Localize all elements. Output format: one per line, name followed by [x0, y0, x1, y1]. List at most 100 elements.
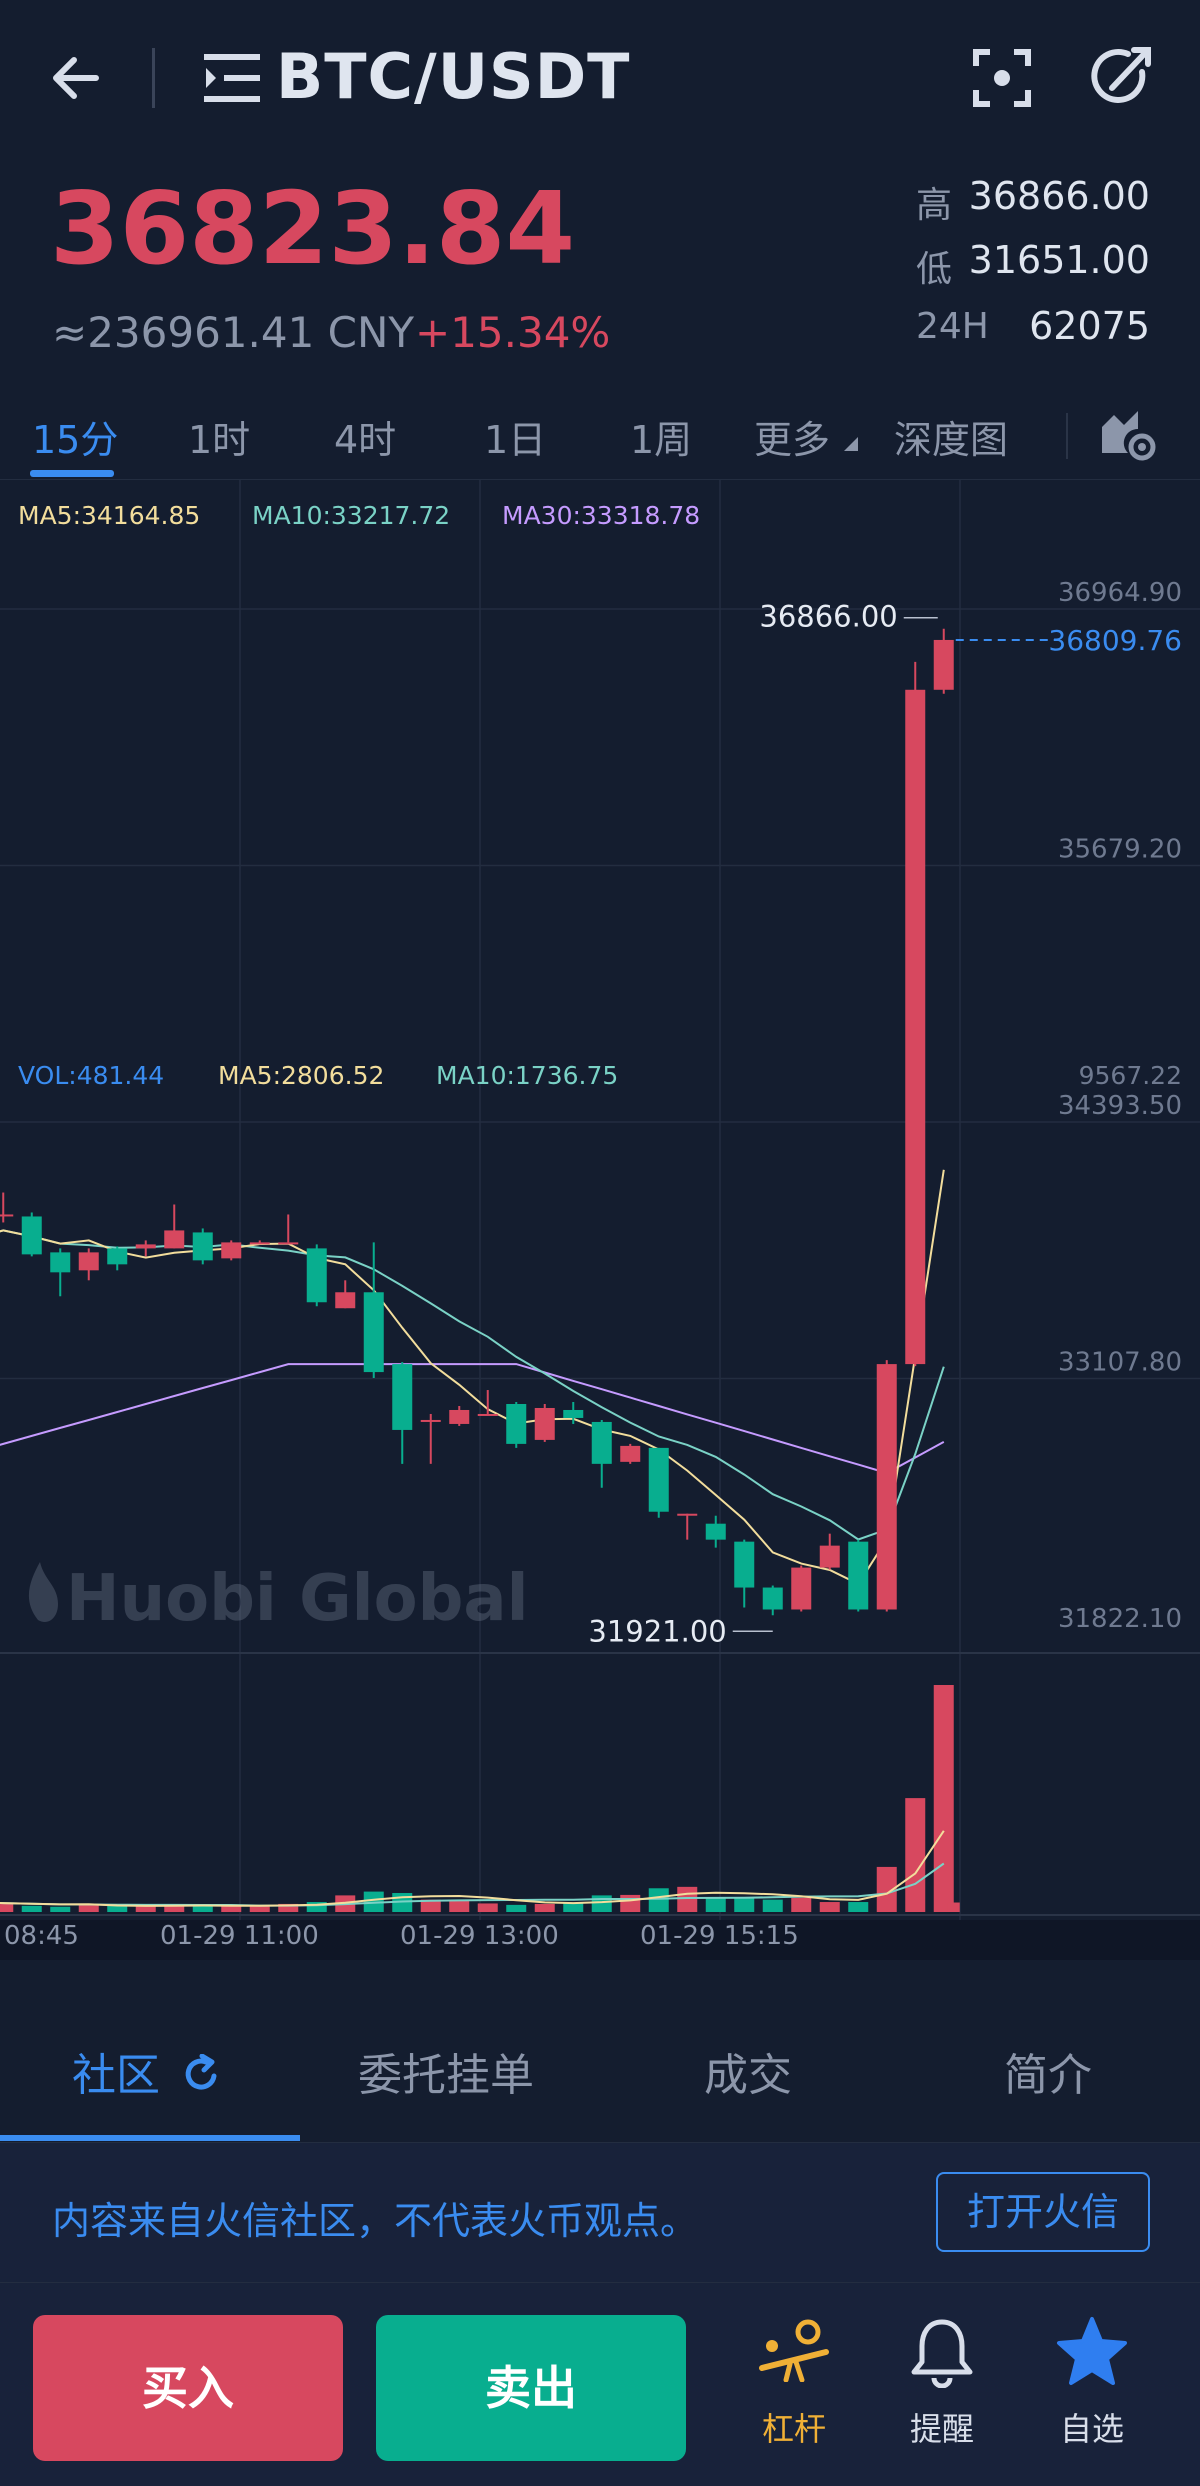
- low-value: 31651.00: [968, 238, 1150, 282]
- volume-bar: [0, 1903, 14, 1912]
- volume-bar: [534, 1903, 555, 1912]
- volume-bar: [563, 1902, 584, 1912]
- candle-body: [420, 1419, 441, 1422]
- community-notice: 内容来自火信社区，不代表火币观点。: [52, 2199, 699, 2243]
- tab-open-orders[interactable]: 委托挂单: [358, 2039, 534, 2103]
- time-axis-label: 08:45: [4, 1921, 79, 1951]
- star-icon: [1057, 2317, 1127, 2385]
- svg-text:Huobi Global: Huobi Global: [66, 1562, 529, 1636]
- low-marker-label: 31921.00: [588, 1614, 726, 1648]
- price-axis-label: 34393.50: [1058, 1091, 1182, 1121]
- ma5-legend: MA5:34164.85: [18, 501, 200, 530]
- open-huoxin-button[interactable]: 打开火信: [936, 2172, 1150, 2252]
- alert-button[interactable]: 提醒: [882, 2310, 1002, 2460]
- alert-label: 提醒: [909, 2410, 974, 2448]
- volume-bar: [192, 1905, 213, 1912]
- candle-body: [392, 1364, 413, 1430]
- tab-1d[interactable]: 1日: [484, 409, 546, 464]
- price-axis-label: 31822.10: [1058, 1604, 1182, 1634]
- volume-bar: [848, 1902, 869, 1912]
- tab-depth-chart[interactable]: 深度图: [894, 409, 1008, 464]
- volume-bar: [591, 1895, 612, 1912]
- volume-bar: [221, 1906, 242, 1912]
- section-tabs: 社区 委托挂单 成交 简介: [0, 1997, 1200, 2142]
- tab-more[interactable]: 更多: [754, 409, 860, 464]
- candle-body: [876, 1364, 897, 1610]
- screenshot-icon[interactable]: [972, 48, 1032, 108]
- candle-body: [192, 1232, 213, 1261]
- tab-4h[interactable]: 4时: [334, 409, 396, 464]
- last-price: 36823.84: [50, 170, 576, 287]
- caret-down-icon: [844, 437, 859, 451]
- candle-body: [50, 1252, 71, 1273]
- tab-introduction[interactable]: 简介: [1004, 2039, 1092, 2103]
- volume-ma5-legend: MA5:2806.52: [218, 1061, 384, 1090]
- candle-body: [591, 1421, 612, 1464]
- candle-body: [21, 1216, 42, 1255]
- section-tab-underline: [0, 2135, 300, 2141]
- volume-bar: [705, 1898, 726, 1912]
- tab-community-label: 社区: [72, 2050, 160, 2101]
- time-axis-label: 01-29 15:15: [640, 1921, 799, 1951]
- volume-bar: [506, 1904, 527, 1912]
- leverage-label: 杠杆: [761, 2410, 826, 2448]
- candle-body: [933, 639, 954, 690]
- volume-bar: [648, 1888, 669, 1912]
- refresh-icon[interactable]: [182, 2053, 222, 2094]
- ma10-legend: MA10:33217.72: [252, 501, 450, 530]
- candle-body: [107, 1248, 128, 1265]
- candle-body: [620, 1445, 641, 1462]
- favorite-button[interactable]: 自选: [1032, 2310, 1152, 2460]
- menu-list-icon[interactable]: [204, 52, 260, 104]
- favorite-label: 自选: [1059, 2410, 1124, 2448]
- tab-trades[interactable]: 成交: [704, 2039, 792, 2103]
- buy-button[interactable]: 买入: [33, 2315, 343, 2461]
- share-icon[interactable]: [1090, 46, 1154, 110]
- candle-body: [534, 1407, 555, 1440]
- candle-body: [249, 1242, 270, 1245]
- volume-bar: [50, 1906, 71, 1912]
- volume-bar: [905, 1798, 926, 1912]
- candle-body: [449, 1409, 470, 1424]
- candle-body: [705, 1523, 726, 1540]
- volume-bar: [933, 1685, 954, 1912]
- back-arrow-icon[interactable]: [46, 48, 106, 108]
- tab-15m[interactable]: 15分: [32, 409, 118, 464]
- candle-body: [135, 1244, 156, 1249]
- time-axis-label: 01-29 13:00: [400, 1921, 559, 1951]
- volume-bar: [734, 1898, 755, 1912]
- last-price-label: 36809.76: [1048, 624, 1182, 657]
- chart-settings-icon[interactable]: [1098, 403, 1158, 463]
- price-change: +15.34%: [415, 308, 611, 357]
- volume-bar: [791, 1897, 812, 1912]
- volume-axis-max: 9567.22: [1079, 1061, 1182, 1090]
- candle-body: [762, 1587, 783, 1610]
- volume-legend: VOL:481.44: [18, 1061, 164, 1090]
- candle-body: [221, 1242, 242, 1259]
- time-axis-label: 01-29 11:00: [160, 1921, 319, 1951]
- header-divider: [152, 48, 155, 108]
- candle-body: [677, 1513, 698, 1516]
- volume-bar: [78, 1904, 99, 1912]
- volume-bar: [21, 1905, 42, 1912]
- high-marker-label: 36866.00: [759, 600, 897, 634]
- tab-1h[interactable]: 1时: [188, 409, 250, 464]
- volume-bar: [620, 1894, 641, 1912]
- candle-body: [477, 1413, 498, 1416]
- candle-body: [335, 1292, 356, 1309]
- volume-bar: [819, 1902, 840, 1912]
- volume-bar: [449, 1900, 470, 1912]
- leverage-icon: [759, 2319, 829, 2382]
- leverage-button[interactable]: 杠杆: [734, 2310, 854, 2460]
- candle-body: [848, 1541, 869, 1610]
- candle-body: [0, 1214, 14, 1217]
- tab-1w[interactable]: 1周: [630, 409, 692, 464]
- kline-chart[interactable]: MA5:34164.85 MA10:33217.72 MA30:33318.78…: [0, 480, 1200, 1960]
- pair-title[interactable]: BTC/USDT: [276, 40, 630, 113]
- candle-body: [791, 1567, 812, 1610]
- tab-community[interactable]: 社区: [72, 2039, 222, 2103]
- sell-button[interactable]: 卖出: [376, 2315, 686, 2461]
- candle-body: [363, 1292, 384, 1373]
- volume-ma10-legend: MA10:1736.75: [436, 1061, 618, 1090]
- volume-bar: [107, 1905, 128, 1912]
